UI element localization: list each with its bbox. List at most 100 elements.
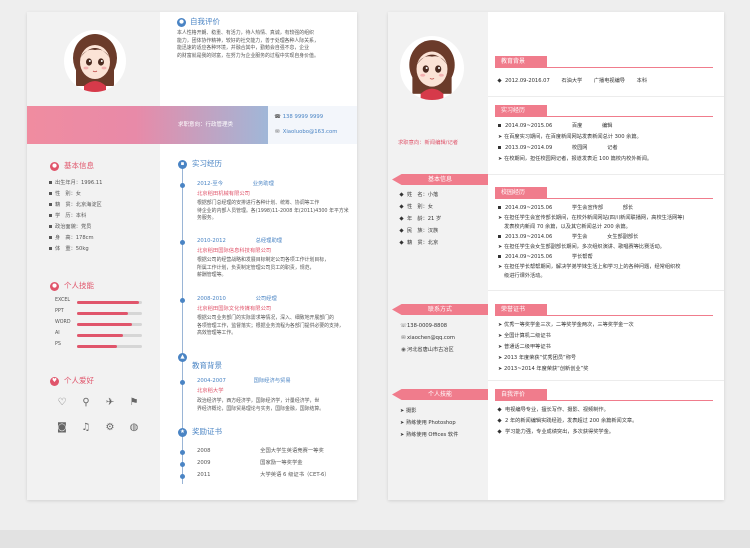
award-row: 2009 国家励一等奖学金: [197, 459, 303, 467]
experience-title: 实习经历: [192, 159, 222, 168]
timeline-dot: [180, 240, 185, 245]
header-underline: [495, 198, 713, 199]
basic-info-row: 籍 贯：北京: [399, 240, 438, 247]
edu-desc-line: 界经济概论，国际贸易理论与实务，国际金融，国际结算。: [197, 405, 325, 412]
award-year: 2009: [197, 460, 211, 466]
timeline-dot: [180, 474, 185, 479]
exp-header: 2012-至今 业务助理: [197, 180, 274, 188]
exp-desc-line: 薪酬管理等。: [197, 272, 227, 278]
job-intent: 求职意向：行政管理类: [178, 122, 234, 128]
hobbies-title: 个人爱好: [64, 376, 94, 385]
header-underline: [495, 400, 713, 401]
exp-desc-line: 根据公司的经营战略和发展目标制定公司各项工作计划目标，: [197, 257, 330, 263]
phone-row: ☎ 138 9999 9999: [274, 113, 323, 121]
exp-role: 业务助理: [252, 181, 274, 187]
edu-desc-line: 政治经济学，西方经济学，国际经济学，计量经济学，世: [197, 398, 320, 404]
basic-info-row: 身 高：178cm: [49, 235, 94, 242]
intern-row: 2013.09~2014.09 校园网 记者: [498, 145, 618, 152]
game-icon: ⚙: [105, 422, 115, 433]
skill-bar: [77, 345, 142, 348]
award-text: 大学英语 6 级证书（CET-6）: [260, 472, 330, 478]
edu-header: 2004-2007 国际经济与贸易: [197, 377, 291, 385]
timeline-dot: [180, 380, 185, 385]
music-icon: ♫: [81, 422, 91, 433]
skill-bar-fill: [77, 334, 123, 337]
exp-desc-line: 待企业的内部人员管理。各(1998)11-2008 年(2011)4300 年平…: [197, 207, 349, 214]
exp-role: 总经理助理: [255, 238, 283, 244]
location-icon: ◉: [401, 347, 406, 353]
timeline-dot: [180, 298, 185, 303]
timeline-dot: [180, 450, 185, 455]
skill-bar-fill: [77, 301, 139, 304]
exp-desc-line: 所属工作计划，负责制定管理公司员工的职责，规范，: [197, 264, 315, 271]
exp-company: 北京稻田国际文化传媒有限公司: [197, 306, 272, 312]
exp-company: 北京稻田机械有限公司: [197, 191, 250, 197]
exp-company: 北京稻田国际信息科技有限公司: [197, 248, 272, 254]
cert-row: ➤ 全国计算机二级证书: [498, 333, 551, 339]
exp-desc-line: 根据公司业务部门的实际需求等情况，深入、细致地开展部门的: [197, 315, 334, 321]
self-eval-line: 本人性格开朗、稳重、有活力，待人热情、真诚，有较强的组织: [177, 30, 314, 36]
email-value: Xiaoluobo@163.com: [282, 129, 338, 135]
phone-icon: ☎: [274, 114, 281, 120]
contact-box: ☎ 138 9999 9999 ✉ Xiaoluobo@163.com: [268, 106, 357, 144]
skills-band: 个人技能: [392, 389, 488, 400]
skills-title: 个人技能: [64, 281, 94, 290]
basic-info-row: 民 族：汉族: [399, 228, 438, 235]
exp-desc-line: 高效管理等工作。: [197, 330, 237, 336]
exp-date: 2008-2010: [197, 296, 226, 302]
edu-major: 广播电视编导: [593, 78, 625, 84]
exp-desc: 根据公司业务部门的实际需求等情况，深入、细致地开展部门的 各项管理工作，监督落实…: [197, 315, 353, 338]
awards-title: 奖励证书: [192, 427, 222, 436]
basic-info-row: 籍 贯：北京海淀区: [49, 202, 102, 209]
education-header: 教育背景: [495, 56, 547, 67]
self-eval-row: 2 年的新闻编辑实践经验，发表超过 200 余篇新闻文章。: [497, 418, 637, 425]
contact-title: 联系方式: [427, 306, 452, 313]
basic-info-row: 体 重：50kg: [49, 246, 89, 253]
award-row: 2008 全国大学生英语竞赛一等奖: [197, 447, 324, 455]
section-divider: [488, 290, 724, 291]
basic-info-row: 年 龄：21 岁: [399, 216, 441, 223]
self-eval-row: 电视编导专业，擅长写作、摄影、视频制作。: [497, 407, 609, 414]
exp-desc-line: 各项管理工作，监督落实；根据业务流程为各部门提供必要的支持，: [197, 322, 344, 329]
header-underline: [495, 116, 713, 117]
section-divider: [488, 380, 724, 381]
skill-label: EXCEL: [55, 298, 71, 303]
edu-row: 2012.09-2016.07 石油大学 广播电视编导 本科: [497, 78, 647, 85]
award-row: 2011 大学英语 6 级证书（CET-6）: [197, 471, 330, 479]
skill-row: ➤ 熟练使用 Photoshop: [400, 420, 456, 426]
email-row: ✉xiaochen@qq.com: [400, 335, 455, 342]
basic-info-title: 基本信息: [427, 176, 452, 183]
skill-bar: [77, 312, 142, 315]
resume-page-2: 求职意向：新闻编辑/记者 基本信息 姓 名：小落 性 别：女 年 龄：21 岁 …: [388, 12, 724, 500]
section-divider: [488, 174, 724, 175]
campus-row: 2014.09~2015.06 学生会宣传部 部长: [498, 205, 633, 212]
certs-header: 荣誉证书: [495, 304, 547, 315]
basic-info-title: 基本信息: [64, 161, 94, 170]
basketball-icon: ◍: [129, 422, 139, 433]
award-year: 2011: [197, 472, 211, 478]
intern-desc: ➤ 在百度实习期间，在百度新闻网站发表新闻总计 300 余篇。: [498, 134, 642, 140]
skill-label: PS: [55, 342, 61, 347]
exp-role: 公司经理: [255, 296, 277, 302]
edu-major: 国际经济与贸易: [253, 378, 291, 384]
skill-row: ➤ 摄影: [400, 408, 417, 414]
basic-info-row: 姓 名：小落: [399, 192, 438, 199]
edu-school: 石油大学: [561, 78, 583, 84]
basic-info-band: 基本信息: [392, 174, 488, 185]
graduation-cap-icon: ▲: [178, 353, 187, 362]
email-icon: ✉: [275, 129, 280, 135]
skill-label: AI: [55, 331, 60, 336]
cert-row: ➤ 普通话二级甲等证书: [498, 344, 551, 350]
heart-icon: ♡: [57, 397, 67, 408]
avatar: [400, 36, 464, 100]
edu-date: 2012.09-2016.07: [505, 78, 550, 84]
self-eval-line: 能力，团体协作精神，较好的社交能力，善于处理各种人际关系，: [177, 37, 319, 44]
calendar-icon: ▪: [178, 160, 187, 169]
basic-info-row: 政治面貌：党员: [49, 224, 91, 231]
exp-desc-line: 根据部门总经理的安排进行各种计划、统筹、协调等工作: [197, 200, 320, 206]
job-intent-bar: 求职意向：行政管理类: [27, 106, 268, 144]
skill-bar: [77, 334, 142, 337]
self-eval-line: 的财富就是我的财富，在努力为企业服务的过程中实现自身价值。: [177, 52, 319, 59]
intern-header: 实习经历: [495, 105, 547, 116]
person-icon: ●: [177, 18, 186, 27]
